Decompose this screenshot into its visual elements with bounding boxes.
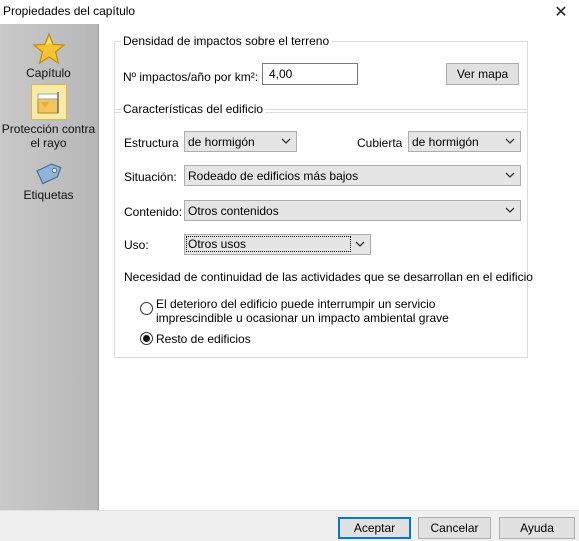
chevron-down-icon — [505, 138, 515, 144]
building-group: Características del edificio Estructura … — [114, 102, 533, 358]
structure-label: Estructura — [124, 136, 179, 150]
sidebar-item-label: Protección contra el rayo — [1, 122, 96, 150]
accept-label: Aceptar — [353, 521, 396, 535]
tag-icon — [35, 163, 62, 185]
density-legend: Densidad de impactos sobre el terreno — [121, 34, 332, 48]
content-label: Contenido: — [124, 205, 183, 219]
view-map-button[interactable]: Ver mapa — [446, 63, 519, 85]
content-select[interactable]: Otros contenidos — [184, 200, 521, 221]
help-button[interactable]: Ayuda — [499, 517, 575, 539]
title-bar: Propiedades del capítulo ✕ — [0, 0, 579, 24]
chevron-down-icon — [505, 207, 515, 213]
situation-select[interactable]: Rodeado de edificios más bajos — [184, 165, 521, 186]
chevron-down-icon — [281, 138, 291, 144]
cancel-label: Cancelar — [430, 521, 479, 535]
continuity-text: Necesidad de continuidad de las activida… — [124, 270, 533, 284]
sidebar-item-proteccion[interactable]: Protección contra el rayo — [0, 84, 97, 150]
use-value: Otros usos — [186, 236, 351, 252]
view-map-label: Ver mapa — [456, 67, 509, 81]
roof-value: de hormigón — [412, 135, 479, 149]
chevron-down-icon — [355, 241, 365, 247]
situation-label: Situación: — [124, 170, 177, 184]
use-label: Uso: — [124, 238, 149, 252]
sidebar-item-label: Capítulo — [26, 66, 71, 80]
roof-label: Cubierta — [357, 136, 403, 150]
dialog-footer: Aceptar Cancelar Ayuda — [0, 510, 579, 541]
cancel-button[interactable]: Cancelar — [418, 517, 491, 539]
lightning-protection-icon — [37, 92, 59, 114]
radio-option-critical[interactable] — [140, 302, 153, 315]
roof-select[interactable]: de hormigón — [408, 131, 521, 152]
structure-select[interactable]: de hormigón — [184, 131, 297, 152]
sidebar-item-label: Etiquetas — [23, 188, 74, 202]
star-icon — [31, 32, 66, 65]
help-label: Ayuda — [520, 521, 554, 535]
chevron-down-icon — [505, 172, 515, 178]
selected-highlight — [30, 84, 67, 120]
radio-option-rest[interactable] — [140, 332, 153, 345]
sidebar-item-etiquetas[interactable]: Etiquetas — [0, 158, 97, 202]
close-button[interactable]: ✕ — [543, 0, 579, 24]
content-value: Otros contenidos — [188, 204, 279, 218]
situation-value: Rodeado de edificios más bajos — [188, 169, 359, 183]
accept-button[interactable]: Aceptar — [338, 517, 411, 539]
option-critical-label: El deterioro del edificio puede interrum… — [156, 297, 449, 325]
main-panel: Densidad de impactos sobre el terreno Nº… — [100, 24, 579, 510]
impacts-label: Nº impactos/año por km²: — [123, 70, 259, 84]
structure-value: de hormigón — [188, 135, 255, 149]
use-select[interactable]: Otros usos — [184, 234, 371, 255]
sidebar-item-capitulo[interactable]: Capítulo — [0, 32, 97, 80]
close-icon: ✕ — [554, 4, 568, 21]
option-rest-label: Resto de edificios — [156, 332, 251, 346]
building-legend: Características del edificio — [121, 102, 266, 116]
impacts-input[interactable] — [262, 63, 358, 85]
window-title: Propiedades del capítulo — [3, 4, 136, 18]
sidebar: Capítulo Protección contra el rayo Etiqu… — [0, 24, 99, 510]
